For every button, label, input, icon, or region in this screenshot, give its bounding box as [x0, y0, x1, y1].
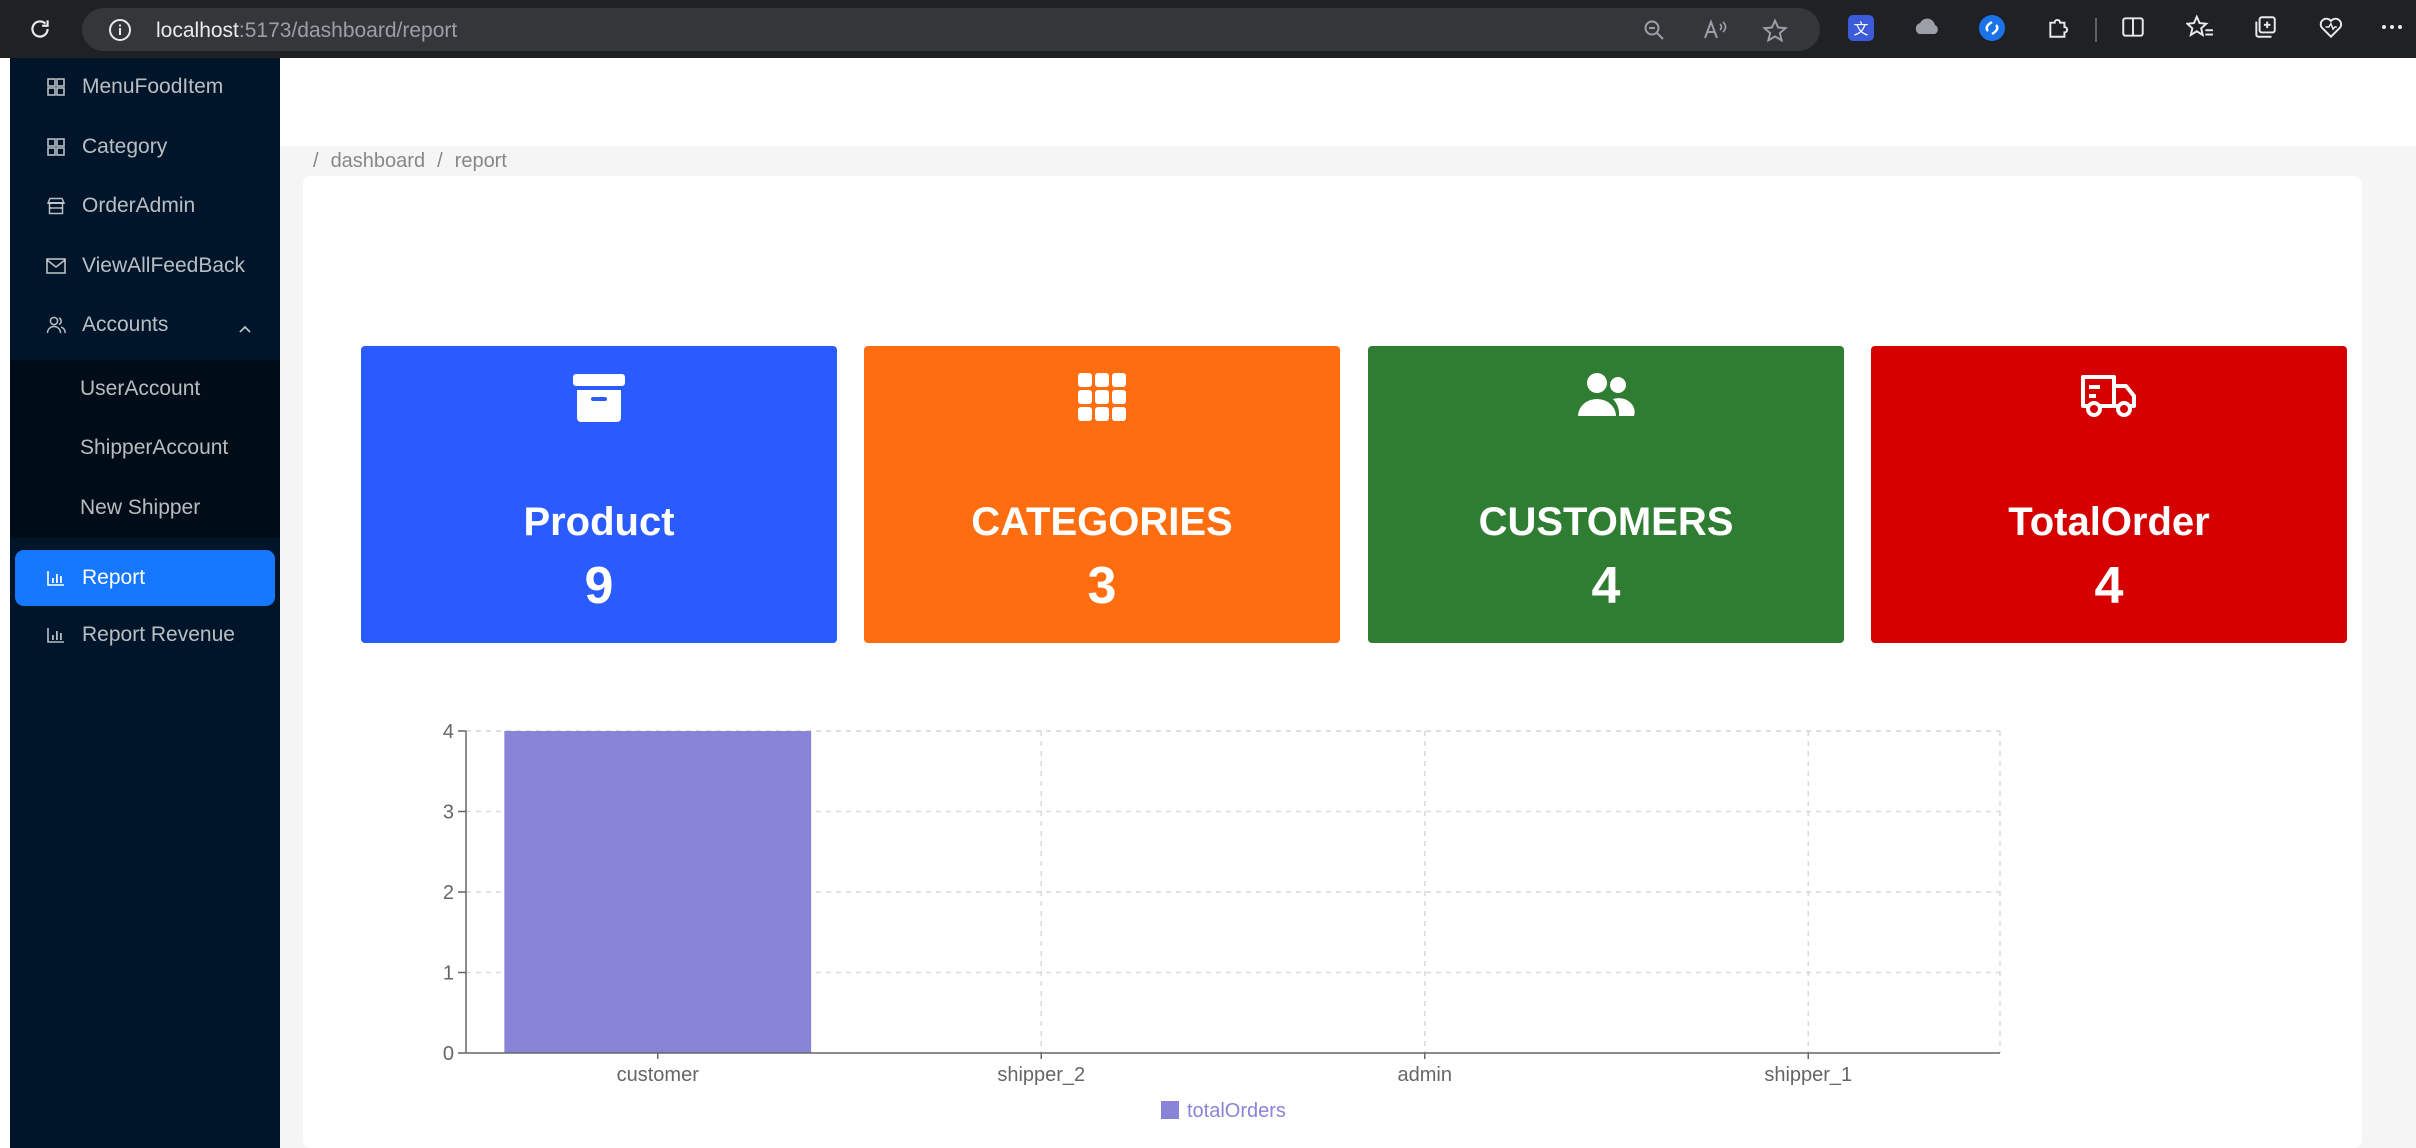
- page-header: [280, 58, 2416, 146]
- stat-title: CATEGORIES: [971, 500, 1233, 544]
- y-tick-label: 3: [443, 802, 454, 824]
- x-tick-label: shipper_1: [1764, 1064, 1852, 1086]
- menu-grid-icon: [46, 77, 66, 97]
- sidebar-item-useraccount[interactable]: UserAccount: [10, 360, 280, 418]
- stat-value: 4: [1591, 557, 1621, 615]
- stat-title: Product: [523, 500, 675, 544]
- more-options-icon[interactable]: [2380, 14, 2404, 44]
- breadcrumb-separator: /: [313, 149, 319, 172]
- url-text: localhost:5173/dashboard/report: [156, 19, 457, 43]
- svg-text:文: 文: [1853, 21, 1868, 38]
- url-host: localhost: [156, 19, 239, 42]
- zoom-icon[interactable]: [1642, 18, 1666, 46]
- translate-extension-icon[interactable]: 文: [1847, 14, 1875, 46]
- stat-title: CUSTOMERS: [1478, 500, 1734, 544]
- bar-chart-icon: [46, 568, 66, 588]
- shazam-extension-icon[interactable]: [1978, 14, 2006, 46]
- sidebar-item-viewallfeedback[interactable]: ViewAllFeedBack: [10, 237, 280, 295]
- breadcrumb-item-report: report: [454, 149, 507, 172]
- favorites-icon[interactable]: [2184, 14, 2214, 44]
- delivery-truck-icon: [1871, 372, 2347, 426]
- sidebar-item-report-revenue[interactable]: Report Revenue: [10, 606, 280, 664]
- read-aloud-icon[interactable]: [1702, 18, 1728, 46]
- breadcrumb-item-dashboard[interactable]: dashboard: [331, 150, 426, 173]
- sidebar-item-label: ViewAllFeedBack: [82, 254, 246, 277]
- cloud-extension-icon[interactable]: [1912, 14, 1942, 44]
- x-tick-label: shipper_2: [997, 1064, 1085, 1086]
- legend-swatch: [1161, 1101, 1179, 1119]
- collections-icon[interactable]: [2252, 14, 2278, 44]
- split-screen-icon[interactable]: [2120, 14, 2146, 44]
- sidebar-item-label: New Shipper: [80, 496, 201, 519]
- mail-icon: [46, 256, 66, 276]
- bar-customer: [504, 731, 812, 1053]
- toolbar-separator: [2095, 18, 2097, 42]
- sidebar-item-accounts[interactable]: Accounts: [10, 296, 280, 354]
- sidebar-item-orderadmin[interactable]: OrderAdmin: [10, 177, 280, 235]
- reload-icon[interactable]: [24, 13, 56, 45]
- url-path: :5173/dashboard/report: [238, 19, 458, 42]
- archive-box-icon: [361, 372, 837, 426]
- address-bar[interactable]: localhost:5173/dashboard/report: [82, 8, 1820, 51]
- sidebar-item-label: OrderAdmin: [82, 194, 196, 217]
- sidebar-item-shipperaccount[interactable]: ShipperAccount: [10, 419, 280, 477]
- sidebar-item-label: ShipperAccount: [80, 436, 229, 459]
- y-tick-label: 2: [443, 882, 454, 904]
- people-icon: [1368, 372, 1844, 426]
- stat-title: TotalOrder: [2008, 500, 2210, 544]
- grid-apps-icon: [864, 372, 1340, 426]
- breadcrumb: / dashboard / report: [313, 146, 507, 176]
- sidebar-item-label: Report: [82, 566, 146, 589]
- category-grid-icon: [46, 137, 66, 157]
- bar-chart-icon: [46, 625, 66, 645]
- sidebar: MenuFoodItem Category OrderAdmin ViewAll…: [10, 58, 280, 1148]
- sidebar-item-label: UserAccount: [80, 377, 201, 400]
- sidebar-item-new-shipper[interactable]: New Shipper: [10, 479, 280, 537]
- favorite-star-icon[interactable]: [1762, 18, 1788, 48]
- breadcrumb-separator: /: [437, 149, 443, 172]
- users-icon: [46, 315, 66, 335]
- site-info-icon[interactable]: [108, 18, 132, 46]
- orders-bar-chart: 0 1 2 3 4 customer shipper_2 admin shipper_1tota…: [443, 721, 2001, 1122]
- sidebar-item-label: Report Revenue: [82, 623, 235, 646]
- window-edge: [0, 58, 10, 1148]
- stat-card-totalorder: TotalOrder 4: [1871, 346, 2347, 643]
- sidebar-item-report[interactable]: Report: [15, 550, 275, 606]
- sidebar-item-label: Category: [82, 135, 168, 158]
- shop-icon: [46, 196, 66, 216]
- extensions-puzzle-icon[interactable]: [2046, 14, 2072, 44]
- sidebar-item-menufooditem[interactable]: MenuFoodItem: [10, 58, 280, 116]
- stat-value: 9: [584, 557, 614, 615]
- legend-label: totalOrders: [1187, 1100, 1286, 1122]
- stat-card-categories: CATEGORIES 3: [864, 346, 1340, 643]
- x-tick-label: customer: [617, 1064, 700, 1086]
- stat-card-customers: CUSTOMERS 4: [1368, 346, 1844, 643]
- y-tick-label: 1: [443, 963, 454, 985]
- stat-card-product: Product 9: [361, 346, 837, 643]
- x-tick-label: admin: [1398, 1064, 1452, 1086]
- y-tick-label: 0: [443, 1043, 454, 1065]
- chevron-up-icon: [238, 316, 252, 340]
- browser-toolbar: localhost:5173/dashboard/report 文: [0, 0, 2416, 58]
- browser-essentials-icon[interactable]: [2318, 14, 2346, 44]
- sidebar-item-category[interactable]: Category: [10, 118, 280, 176]
- stat-value: 3: [1087, 557, 1117, 615]
- sidebar-item-label: Accounts: [82, 313, 169, 336]
- stat-value: 4: [2094, 557, 2124, 615]
- y-tick-label: 4: [443, 721, 454, 743]
- sidebar-item-label: MenuFoodItem: [82, 75, 224, 98]
